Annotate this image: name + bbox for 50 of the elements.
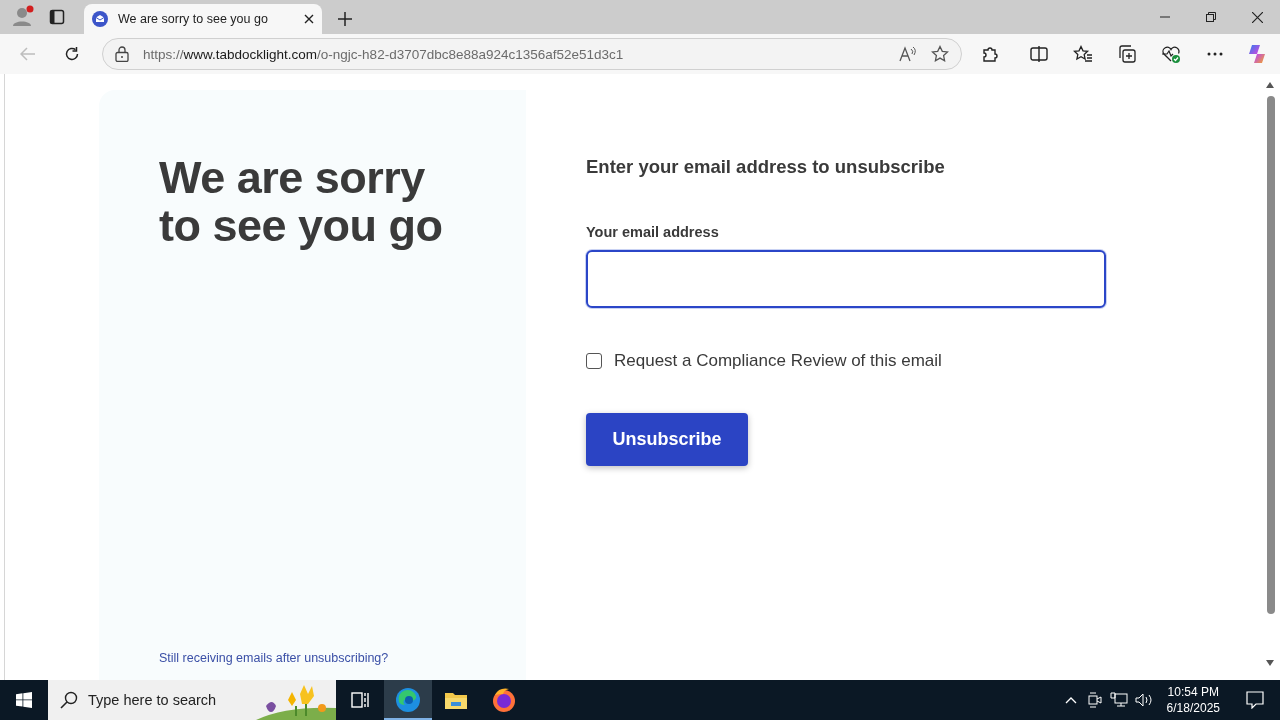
browser-tab[interactable]: We are sorry to see you go <box>84 4 322 34</box>
more-icon <box>1207 52 1223 56</box>
camera-icon <box>1087 692 1102 708</box>
star-icon <box>931 45 949 63</box>
chevron-up-icon <box>1064 696 1077 704</box>
unsubscribe-button[interactable]: Unsubscribe <box>586 413 748 466</box>
back-arrow-icon <box>20 47 36 61</box>
network-icon <box>1109 692 1128 708</box>
heart-pulse-icon <box>1161 45 1181 63</box>
favorites-icon <box>1073 45 1093 63</box>
refresh-icon <box>64 46 80 62</box>
task-view-icon <box>351 692 369 708</box>
browser-taskbar-button[interactable] <box>384 680 432 720</box>
help-link[interactable]: Still receiving emails after unsubscribing? <box>159 651 466 665</box>
browser-icon <box>395 687 421 713</box>
copilot-icon <box>1246 43 1268 65</box>
address-bar[interactable]: https://www.tabdocklight.com/o-ngjc-h82-d3707dbc8e88a924c1356af52e51d3c1 <box>102 38 962 70</box>
scrollbar-thumb[interactable] <box>1267 96 1275 614</box>
field-label: Your email address <box>586 224 720 240</box>
puzzle-icon <box>981 45 999 63</box>
lock-icon <box>115 46 129 62</box>
scroll-up-icon[interactable] <box>1266 82 1274 88</box>
clock-time: 10:54 PM <box>1167 684 1219 700</box>
folder-icon <box>444 690 468 710</box>
tab-close-button[interactable] <box>304 14 314 24</box>
plus-icon <box>337 11 353 27</box>
collections-icon <box>1118 45 1136 63</box>
page-heading: We are sorry to see you go <box>159 154 444 250</box>
scroll-down-icon[interactable] <box>1266 660 1274 666</box>
email-field[interactable] <box>586 250 1106 308</box>
close-icon <box>1251 11 1263 23</box>
split-screen-icon <box>1030 46 1048 62</box>
search-icon <box>60 691 78 709</box>
tab-actions-icon <box>49 9 65 25</box>
notification-icon <box>1246 691 1264 709</box>
windows-logo-icon <box>16 692 32 708</box>
search-field[interactable]: Type here to search <box>48 680 336 720</box>
search-placeholder: Type here to search <box>88 692 217 708</box>
read-aloud-icon <box>899 46 917 62</box>
fox-browser-icon <box>491 687 517 713</box>
close-icon <box>304 14 314 24</box>
form-title: Enter your email address to unsubscribe <box>586 156 946 178</box>
favorite-button[interactable] <box>931 45 949 63</box>
envelope-icon <box>92 11 108 27</box>
checkbox-label: Request a Compliance Review of this email <box>614 351 942 371</box>
volume-icon <box>1134 692 1153 708</box>
checkbox[interactable] <box>586 353 602 369</box>
restore-icon <box>1206 12 1216 22</box>
clock-date: 6/18/2025 <box>1166 700 1220 716</box>
read-aloud-button[interactable] <box>899 46 917 62</box>
